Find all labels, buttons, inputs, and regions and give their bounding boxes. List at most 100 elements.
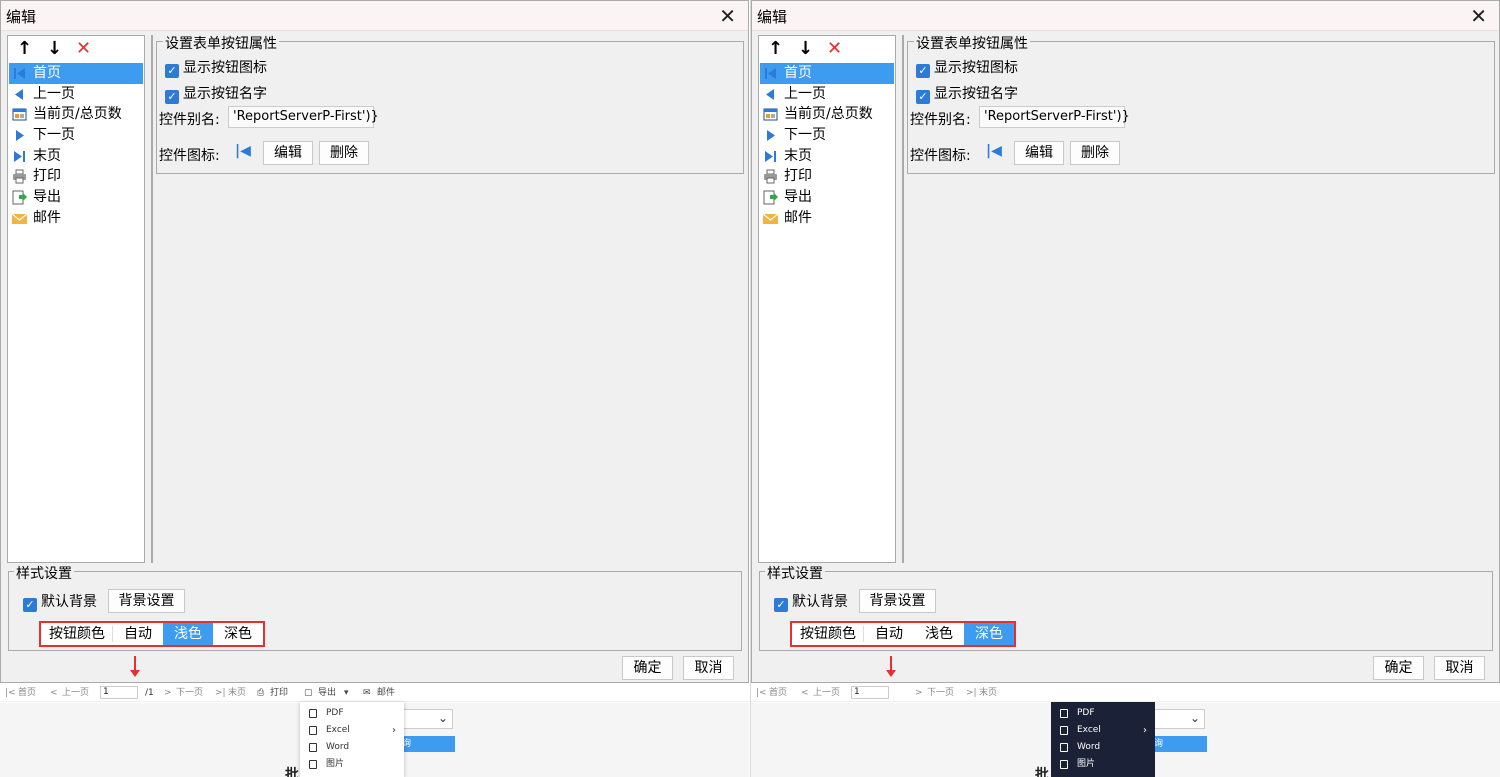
checkbox-checked-icon[interactable]: ✓ <box>916 64 930 78</box>
close-icon[interactable]: ✕ <box>719 4 736 28</box>
pb-export-label[interactable]: 导出 <box>318 687 336 699</box>
button-color-segment: 按钮颜色 自动 浅色 深色 <box>39 621 265 647</box>
pb-next-label[interactable]: 下一页 <box>176 687 203 699</box>
ok-button[interactable]: 确定 <box>622 656 673 680</box>
pb-export-icon[interactable]: ▢ <box>304 687 313 699</box>
pb-next-icon[interactable]: > <box>164 687 172 699</box>
menu-item-label: Word <box>1077 742 1101 752</box>
list-item-print[interactable]: 打印 <box>760 166 894 187</box>
list-item-print[interactable]: 打印 <box>9 166 143 187</box>
checkbox-checked-icon[interactable]: ✓ <box>165 90 179 104</box>
preview-select[interactable]: ⌄ <box>400 709 453 729</box>
show-icon-checkbox[interactable]: ✓ 显示按钮图标 <box>165 58 267 78</box>
delete-icon-button[interactable]: 删除 <box>319 141 369 165</box>
default-bg-checkbox[interactable]: ✓ 默认背景 <box>774 592 848 612</box>
show-icon-checkbox[interactable]: ✓ 显示按钮图标 <box>916 58 1018 78</box>
list-item-label: 首页 <box>784 65 812 81</box>
pb-page-input[interactable]: 1 <box>851 686 889 699</box>
checkbox-checked-icon[interactable]: ✓ <box>774 598 788 612</box>
preview-query-button[interactable]: 询 <box>1152 736 1207 752</box>
pb-print-icon[interactable]: ⎙ <box>257 687 264 699</box>
pb-prev-icon[interactable]: < <box>801 687 809 699</box>
list-item-page-count[interactable]: 当前页/总页数 <box>9 104 143 125</box>
list-item-next-page[interactable]: 下一页 <box>9 125 143 146</box>
list-item-page-count[interactable]: 当前页/总页数 <box>760 104 894 125</box>
cancel-button[interactable]: 取消 <box>683 656 734 680</box>
export-menu-item-pdf[interactable]: PDF <box>1051 705 1155 722</box>
list-item-mail[interactable]: 邮件 <box>9 208 143 229</box>
export-menu-item-excel[interactable]: Excel › <box>300 722 404 739</box>
edit-icon-button[interactable]: 编辑 <box>263 141 313 165</box>
export-menu-item-word[interactable]: Word <box>1051 739 1155 756</box>
delete-icon-button[interactable]: 删除 <box>1070 141 1120 165</box>
arrow-head-icon <box>886 670 896 677</box>
list-item-first-page[interactable]: 首页 <box>9 63 143 84</box>
color-option-dark[interactable]: 深色 <box>964 623 1014 645</box>
pb-prev-icon[interactable]: < <box>50 687 58 699</box>
export-menu-item-pdf[interactable]: PDF <box>300 705 404 722</box>
edit-icon-button[interactable]: 编辑 <box>1014 141 1064 165</box>
move-down-icon[interactable]: ↓ <box>798 38 813 60</box>
checkbox-checked-icon[interactable]: ✓ <box>165 64 179 78</box>
pb-next-label[interactable]: 下一页 <box>927 687 954 699</box>
pb-print-label[interactable]: 打印 <box>270 687 288 699</box>
pb-last-icon[interactable]: >| <box>966 687 977 699</box>
file-icon <box>309 726 317 735</box>
list-item-export[interactable]: 导出 <box>9 187 143 208</box>
show-name-checkbox[interactable]: ✓ 显示按钮名字 <box>916 84 1018 104</box>
checkbox-checked-icon[interactable]: ✓ <box>23 598 37 612</box>
pb-last-icon[interactable]: >| <box>215 687 226 699</box>
delete-x-icon[interactable]: ✕ <box>76 38 91 60</box>
list-item-last-page[interactable]: 末页 <box>760 146 894 167</box>
color-option-light[interactable]: 浅色 <box>163 623 213 645</box>
list-item-last-page[interactable]: 末页 <box>9 146 143 167</box>
pb-first-icon[interactable]: |< <box>756 687 767 699</box>
pb-prev-label[interactable]: 上一页 <box>813 687 840 699</box>
preview-query-button[interactable]: 询 <box>400 736 455 752</box>
list-item-prev-page[interactable]: 上一页 <box>9 84 143 105</box>
pb-last-label[interactable]: 末页 <box>228 687 246 699</box>
pb-first-icon[interactable]: |< <box>5 687 16 699</box>
pb-mail-label[interactable]: 邮件 <box>377 687 395 699</box>
pb-last-label[interactable]: 末页 <box>979 687 997 699</box>
preview-select[interactable]: ⌄ <box>1152 709 1205 729</box>
ok-button[interactable]: 确定 <box>1373 656 1424 680</box>
export-menu-item-excel[interactable]: Excel › <box>1051 722 1155 739</box>
pb-prev-label[interactable]: 上一页 <box>62 687 89 699</box>
pb-first-label[interactable]: 首页 <box>769 687 787 699</box>
list-toolbar: ↑ ↓ ✕ <box>759 36 895 62</box>
pb-page-input[interactable]: 1 <box>100 686 138 699</box>
list-item-next-page[interactable]: 下一页 <box>760 125 894 146</box>
alias-input[interactable]: 'ReportServerP-First')} <box>979 106 1130 128</box>
export-menu-item-image[interactable]: 图片 <box>300 756 404 773</box>
delete-x-icon[interactable]: ✕ <box>827 38 842 60</box>
move-up-icon[interactable]: ↑ <box>17 38 32 60</box>
default-bg-checkbox[interactable]: ✓ 默认背景 <box>23 592 97 612</box>
list-item-prev-page[interactable]: 上一页 <box>760 84 894 105</box>
pb-mail-icon[interactable]: ✉ <box>363 687 371 699</box>
move-down-icon[interactable]: ↓ <box>47 38 62 60</box>
export-menu-item-image[interactable]: 图片 <box>1051 756 1155 773</box>
pb-export-dropdown-icon[interactable]: ▾ <box>344 687 349 699</box>
pb-first-label[interactable]: 首页 <box>18 687 36 699</box>
file-icon <box>309 743 317 752</box>
export-menu-item-word[interactable]: Word <box>300 739 404 756</box>
show-name-checkbox[interactable]: ✓ 显示按钮名字 <box>165 84 267 104</box>
list-item-export[interactable]: 导出 <box>760 187 894 208</box>
move-up-icon[interactable]: ↑ <box>768 38 783 60</box>
list-item-mail[interactable]: 邮件 <box>760 208 894 229</box>
bg-settings-button[interactable]: 背景设置 <box>108 589 185 613</box>
color-option-dark[interactable]: 深色 <box>213 623 263 645</box>
color-option-light[interactable]: 浅色 <box>914 623 964 645</box>
list-item-first-page[interactable]: 首页 <box>760 63 894 84</box>
checkbox-label: 默认背景 <box>792 594 848 610</box>
color-option-auto[interactable]: 自动 <box>864 623 914 645</box>
checkbox-checked-icon[interactable]: ✓ <box>916 90 930 104</box>
alias-input[interactable]: 'ReportServerP-First')} <box>228 106 379 128</box>
pb-next-icon[interactable]: > <box>915 687 923 699</box>
close-icon[interactable]: ✕ <box>1470 4 1487 28</box>
color-option-auto[interactable]: 自动 <box>113 623 163 645</box>
cancel-button[interactable]: 取消 <box>1434 656 1485 680</box>
properties-pane: 设置表单按钮属性 ✓ 显示按钮图标 ✓ 显示按钮名字 控件别名: 'ReportSe… <box>151 33 747 563</box>
bg-settings-button[interactable]: 背景设置 <box>859 589 936 613</box>
